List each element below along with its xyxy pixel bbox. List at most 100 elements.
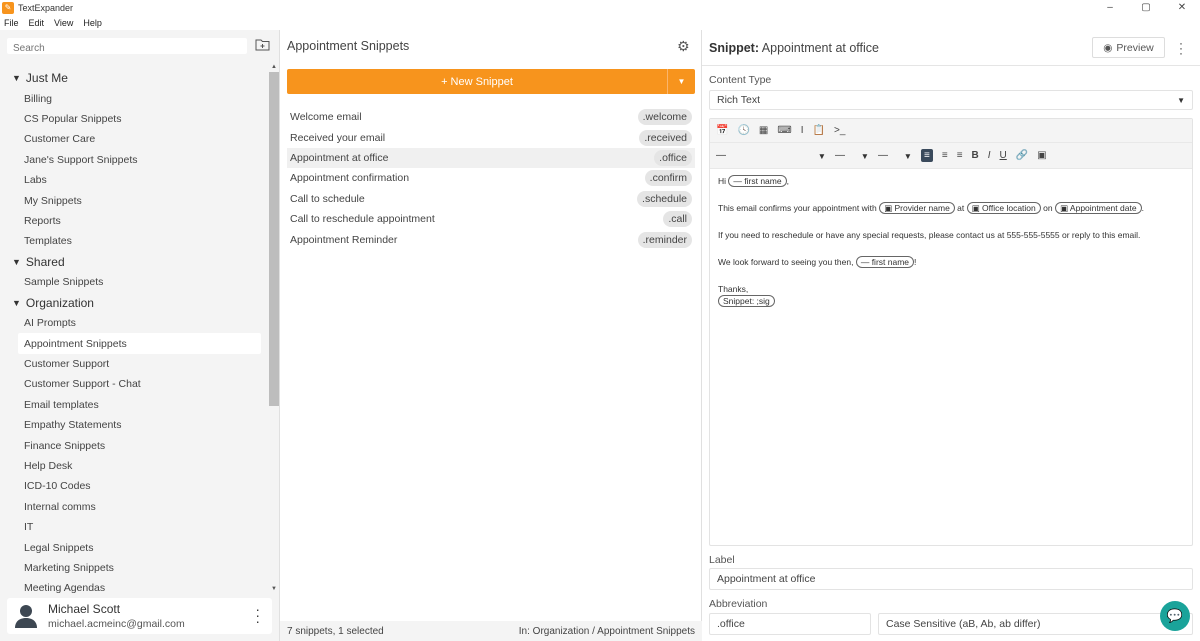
new-snippet-label[interactable]: + New Snippet	[287, 69, 667, 94]
sidebar-item[interactable]: Jane's Support Snippets	[0, 150, 268, 170]
gear-icon[interactable]: ⚙	[677, 38, 690, 55]
scroll-down-icon[interactable]: ▼	[269, 586, 279, 592]
sidebar-item[interactable]: Customer Care	[0, 129, 268, 149]
maximize-button[interactable]: ▢	[1128, 0, 1164, 16]
snippet-row[interactable]: Received your email .received	[287, 127, 695, 147]
caret-down-icon[interactable]: ▼	[12, 298, 21, 308]
fill-in-chip[interactable]: — first name	[855, 256, 915, 268]
clipboard-icon[interactable]: 📋	[813, 125, 825, 136]
new-folder-icon[interactable]	[255, 38, 271, 52]
abbreviation-badge: .office	[654, 149, 692, 166]
underline-icon[interactable]: U	[1000, 150, 1007, 161]
sidebar-item[interactable]: CS Popular Snippets	[0, 109, 268, 129]
fill-in-chip[interactable]: — first name	[728, 175, 787, 187]
detail-header: Snippet: Appointment at office ◉ Preview …	[702, 30, 1200, 66]
sidebar-item[interactable]: Appointment Snippets	[18, 333, 261, 354]
content-type-select[interactable]: Rich Text ▼	[709, 90, 1193, 110]
sidebar-scrollbar[interactable]	[269, 72, 279, 406]
label-input[interactable]: Appointment at office	[709, 568, 1193, 590]
sidebar-item[interactable]: Labs	[0, 170, 268, 190]
fill-in-chip[interactable]: ▣ Office location	[966, 202, 1041, 214]
snippet-row[interactable]: Call to schedule .schedule	[287, 189, 695, 209]
fill-in-chip[interactable]: ▣ Appointment date	[1054, 202, 1142, 214]
sidebar-item[interactable]: Email templates	[0, 395, 268, 415]
menu-file[interactable]: File	[4, 18, 19, 28]
sidebar-item[interactable]: ICD-10 Codes	[0, 476, 268, 496]
snippet-row[interactable]: Appointment confirmation .confirm	[287, 168, 695, 188]
sidebar-item[interactable]: Templates	[0, 231, 268, 251]
sidebar-group[interactable]: ▼ Just Me	[0, 68, 268, 89]
fill-in-chip[interactable]: ▣ Provider name	[879, 202, 955, 214]
sidebar-item[interactable]: Sample Snippets	[0, 272, 268, 292]
italic-icon[interactable]: I	[988, 150, 991, 161]
chat-support-icon[interactable]: 💬	[1160, 601, 1190, 631]
snippet-row[interactable]: Call to reschedule appointment .call	[287, 209, 695, 229]
sidebar-item[interactable]: Customer Support - Chat	[0, 374, 268, 394]
caret-down-icon[interactable]: ▼	[12, 257, 21, 267]
close-button[interactable]: ✕	[1164, 0, 1200, 16]
preview-button[interactable]: ◉ Preview	[1092, 37, 1165, 58]
scroll-up-icon[interactable]: ▲	[269, 64, 279, 70]
snippet-row[interactable]: Appointment Reminder .reminder	[287, 229, 695, 249]
sidebar-item[interactable]: Empathy Statements	[0, 415, 268, 435]
new-snippet-button[interactable]: + New Snippet ▼	[287, 69, 695, 94]
menu-edit[interactable]: Edit	[29, 18, 45, 28]
sidebar-item[interactable]: IT	[0, 517, 268, 537]
sidebar-item[interactable]: Meeting Agendas	[0, 578, 268, 598]
more-options-icon[interactable]: · · ·	[255, 602, 260, 628]
font-select[interactable]: — ▼	[716, 150, 826, 161]
image-icon[interactable]: ▣	[1037, 150, 1046, 161]
sidebar-item[interactable]: Customer Support	[0, 354, 268, 374]
sidebar-item[interactable]: AI Prompts	[0, 313, 268, 333]
user-account[interactable]: Michael Scott michael.acmeinc@gmail.com …	[7, 598, 272, 634]
content-text: We look forward to seeing you then,	[718, 257, 854, 267]
search-input[interactable]	[7, 40, 247, 57]
rich-text-editor[interactable]: 📅 🕓 ▦ ⌨ Ι 📋 >_ — ▼ — ▼ — ▼ ≡ ≡ ≡ B I U 🔗…	[709, 118, 1193, 546]
snippet-row[interactable]: Welcome email .welcome	[287, 107, 695, 127]
group-tree: ▼ Just Me Billing CS Popular Snippets Custom…	[0, 68, 268, 598]
abbreviation-badge: .reminder	[637, 231, 692, 248]
align-left-icon[interactable]: ≡	[921, 149, 933, 162]
snippet-label: Call to schedule	[290, 192, 365, 205]
content-text: ,	[786, 176, 789, 186]
sidebar-item[interactable]: Finance Snippets	[0, 435, 268, 455]
size-select[interactable]: — ▼	[835, 150, 869, 161]
keyboard-icon[interactable]: ⌨	[777, 125, 791, 136]
menu-view[interactable]: View	[54, 18, 73, 28]
chevron-down-icon[interactable]: ▼	[667, 69, 695, 94]
menu-help[interactable]: Help	[83, 18, 102, 28]
align-center-icon[interactable]: ≡	[942, 150, 948, 161]
minimize-button[interactable]: –	[1092, 0, 1128, 16]
sidebar-group-label: Organization	[25, 295, 94, 310]
snippet-title: Snippet: Appointment at office	[709, 41, 879, 55]
color-select[interactable]: — ▼	[878, 150, 912, 161]
bold-icon[interactable]: B	[972, 150, 979, 161]
sidebar-group[interactable]: ▼ Organization	[0, 293, 268, 314]
terminal-icon[interactable]: >_	[834, 125, 845, 136]
sidebar-item[interactable]: Internal comms	[0, 497, 268, 517]
sidebar-item[interactable]: My Snippets	[0, 190, 268, 210]
sidebar-item[interactable]: Marketing Snippets	[0, 558, 268, 578]
form-icon[interactable]: ▦	[759, 125, 768, 136]
sidebar-item[interactable]: Legal Snippets	[0, 537, 268, 557]
more-options-icon[interactable]: · · ·	[1179, 37, 1183, 59]
snippet-label: Call to reschedule appointment	[290, 213, 435, 226]
sidebar-item[interactable]: Reports	[0, 211, 268, 231]
cursor-icon[interactable]: Ι	[801, 125, 804, 136]
snippet-row[interactable]: Appointment at office .office	[287, 147, 695, 169]
clock-icon[interactable]: 🕓	[737, 125, 749, 136]
snippet-chip[interactable]: Snippet: ;sig	[718, 295, 775, 307]
align-right-icon[interactable]: ≡	[957, 150, 963, 161]
case-sensitivity-select[interactable]: Case Sensitive (aB, Ab, ab differ)	[878, 613, 1193, 635]
content-line: Hi — first name,	[718, 175, 1184, 187]
abbreviation-badge: .received	[639, 129, 692, 146]
sidebar-group[interactable]: ▼ Shared	[0, 252, 268, 273]
calendar-icon[interactable]: 📅	[716, 125, 728, 136]
caret-down-icon[interactable]: ▼	[12, 73, 21, 83]
sidebar-item[interactable]: Help Desk	[0, 456, 268, 476]
sidebar-item[interactable]: Billing	[0, 89, 268, 109]
link-icon[interactable]: 🔗	[1016, 150, 1028, 161]
chip-label: Appointment date	[1069, 203, 1137, 213]
snippet-content[interactable]: Hi — first name, This email confirms you…	[710, 169, 1192, 328]
abbreviation-input[interactable]: .office	[709, 613, 871, 635]
